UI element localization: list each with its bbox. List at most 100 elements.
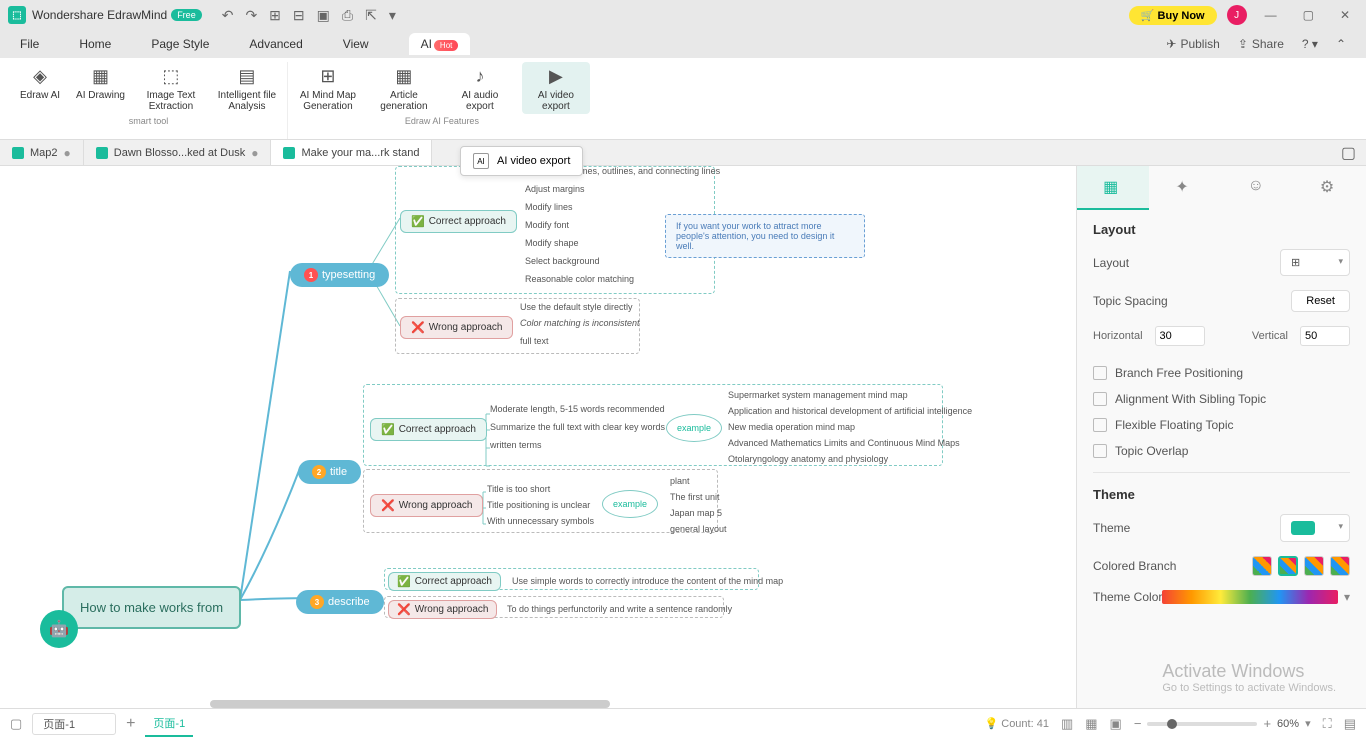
layout-dropdown[interactable]: ⊞	[1280, 249, 1350, 276]
leaf-ts3[interactable]: Modify font	[525, 220, 569, 230]
avatar[interactable]: J	[1227, 5, 1247, 25]
leaf-ts5[interactable]: Select background	[525, 256, 600, 266]
ribbon-ai-drawing[interactable]: ▦AI Drawing	[72, 62, 129, 114]
ai-chat-bubble[interactable]: 🤖	[40, 610, 78, 648]
outline-icon[interactable]: ▢	[10, 716, 22, 732]
print-icon[interactable]: ⎙	[342, 7, 353, 24]
root-node[interactable]: How to make works from	[62, 586, 241, 629]
zoom-chevron-icon[interactable]: ▾	[1305, 717, 1311, 730]
more-icon[interactable]: ▾	[389, 7, 396, 24]
leaf-ts1[interactable]: Adjust margins	[525, 184, 585, 194]
save-icon[interactable]: ▣	[317, 7, 330, 24]
leaf-twe1[interactable]: plant	[670, 476, 690, 486]
branch-typesetting[interactable]: 1typesetting	[290, 263, 389, 287]
menu-home[interactable]: Home	[79, 37, 111, 51]
view-mode-3-icon[interactable]: ▣	[1110, 716, 1122, 732]
sub-desc-wrong[interactable]: ❌Wrong approach	[388, 600, 497, 619]
color-box-2[interactable]	[1278, 556, 1298, 576]
sp-tab-layout[interactable]: ▦	[1077, 166, 1149, 210]
leaf-dc[interactable]: Use simple words to correctly introduce …	[512, 576, 783, 586]
doctab-1-close[interactable]: ●	[64, 146, 71, 160]
ribbon-ai-mindmap[interactable]: ⊞AI Mind Map Generation	[294, 62, 362, 114]
maximize-button[interactable]: ▢	[1295, 8, 1322, 22]
doctab-2[interactable]: Dawn Blosso...ked at Dusk●	[84, 140, 272, 165]
page-tab-1[interactable]: 页面-1	[145, 711, 193, 737]
note-box[interactable]: If you want your work to attract more pe…	[665, 214, 865, 258]
leaf-twe4[interactable]: general layout	[670, 524, 727, 534]
leaf-ex5[interactable]: Otolaryngology anatomy and physiology	[728, 454, 888, 464]
ribbon-ai-video[interactable]: ▶AI video export	[522, 62, 590, 114]
canvas[interactable]: How to make works from 1typesetting ✅Cor…	[0, 166, 1076, 708]
leaf-ts-header[interactable]: ames, outlines, and connecting lines	[575, 166, 720, 176]
zoom-slider[interactable]	[1147, 722, 1257, 726]
leaf-tw3[interactable]: full text	[520, 336, 549, 346]
topic-overlap-row[interactable]: Topic Overlap	[1093, 444, 1350, 458]
export-icon[interactable]: ⇱	[365, 7, 377, 24]
sub-ts-wrong[interactable]: ❌Wrong approach	[400, 316, 513, 339]
branch-describe[interactable]: 3describe	[296, 590, 384, 614]
doctab-2-close[interactable]: ●	[251, 146, 258, 160]
add-page-button[interactable]: +	[126, 715, 135, 733]
leaf-twt3[interactable]: With unnecessary symbols	[487, 516, 594, 526]
sub-desc-correct[interactable]: ✅Correct approach	[388, 572, 501, 591]
horizontal-scrollbar[interactable]	[210, 700, 610, 708]
ribbon-intelligent[interactable]: ▤Intelligent file Analysis	[213, 62, 281, 114]
minimize-button[interactable]: —	[1257, 8, 1285, 22]
collapse-ribbon-button[interactable]: ⌃	[1336, 37, 1346, 51]
reset-button[interactable]: Reset	[1291, 290, 1350, 312]
new-icon[interactable]: ⊞	[269, 7, 281, 24]
publish-button[interactable]: ✈ Publish	[1166, 37, 1219, 51]
checkbox[interactable]	[1093, 444, 1107, 458]
checkbox[interactable]	[1093, 366, 1107, 380]
leaf-tc1[interactable]: Moderate length, 5-15 words recommended	[490, 404, 665, 414]
checkbox[interactable]	[1093, 392, 1107, 406]
leaf-ts6[interactable]: Reasonable color matching	[525, 274, 634, 284]
open-icon[interactable]: ⊟	[293, 7, 305, 24]
leaf-twt2[interactable]: Title positioning is unclear	[487, 500, 590, 510]
view-mode-1-icon[interactable]: ▥	[1061, 716, 1073, 732]
zoom-in-icon[interactable]: +	[1263, 716, 1271, 731]
horizontal-input[interactable]	[1155, 326, 1205, 346]
sub-ts-correct[interactable]: ✅Correct approach	[400, 210, 517, 233]
checkbox[interactable]	[1093, 418, 1107, 432]
leaf-ts2[interactable]: Modify lines	[525, 202, 573, 212]
vertical-input[interactable]	[1300, 326, 1350, 346]
theme-color-bar[interactable]	[1162, 590, 1338, 604]
redo-icon[interactable]: ↷	[245, 7, 257, 24]
doctab-3[interactable]: Make your ma...rk stand	[271, 140, 432, 165]
leaf-tw1[interactable]: Use the default style directly	[520, 302, 633, 312]
menu-page-style[interactable]: Page Style	[151, 37, 209, 51]
menu-ai[interactable]: AIHot	[409, 33, 471, 55]
leaf-twt1[interactable]: Title is too short	[487, 484, 550, 494]
leaf-ts4[interactable]: Modify shape	[525, 238, 579, 248]
help-button[interactable]: ? ▾	[1302, 37, 1318, 51]
share-button[interactable]: ⇪ Share	[1238, 37, 1284, 51]
leaf-dw[interactable]: To do things perfunctorily and write a s…	[507, 604, 732, 614]
example-oval-1[interactable]: example	[666, 414, 722, 442]
view-mode-2-icon[interactable]: ▦	[1085, 716, 1097, 732]
zoom-out-icon[interactable]: −	[1134, 716, 1142, 731]
page-dropdown[interactable]: 页面-1	[32, 713, 116, 735]
fullscreen-icon[interactable]: ⛶	[1323, 716, 1332, 732]
branch-free-row[interactable]: Branch Free Positioning	[1093, 366, 1350, 380]
menu-view[interactable]: View	[343, 37, 369, 51]
sub-title-wrong[interactable]: ❌Wrong approach	[370, 494, 483, 517]
sub-title-correct[interactable]: ✅Correct approach	[370, 418, 487, 441]
align-sibling-row[interactable]: Alignment With Sibling Topic	[1093, 392, 1350, 406]
ribbon-edraw-ai[interactable]: ◈Edraw AI	[16, 62, 64, 114]
ribbon-ai-audio[interactable]: ♪AI audio export	[446, 62, 514, 114]
undo-icon[interactable]: ↶	[222, 7, 234, 24]
leaf-tc3[interactable]: written terms	[490, 440, 542, 450]
leaf-tc2[interactable]: Summarize the full text with clear key w…	[490, 422, 665, 432]
buy-now-button[interactable]: 🛒 Buy Now	[1129, 6, 1217, 25]
ribbon-image-text[interactable]: ⬚Image Text Extraction	[137, 62, 205, 114]
color-box-3[interactable]	[1304, 556, 1324, 576]
ribbon-article[interactable]: ▦Article generation	[370, 62, 438, 114]
sp-tab-mark[interactable]: ☺	[1222, 166, 1294, 210]
leaf-ex4[interactable]: Advanced Mathematics Limits and Continuo…	[728, 438, 960, 448]
branch-title[interactable]: 2title	[298, 460, 361, 484]
theme-color-chevron[interactable]: ▾	[1344, 590, 1350, 604]
zoom-thumb[interactable]	[1167, 719, 1177, 729]
sp-tab-settings[interactable]: ⚙	[1294, 166, 1366, 210]
leaf-twe3[interactable]: Japan map 5	[670, 508, 722, 518]
